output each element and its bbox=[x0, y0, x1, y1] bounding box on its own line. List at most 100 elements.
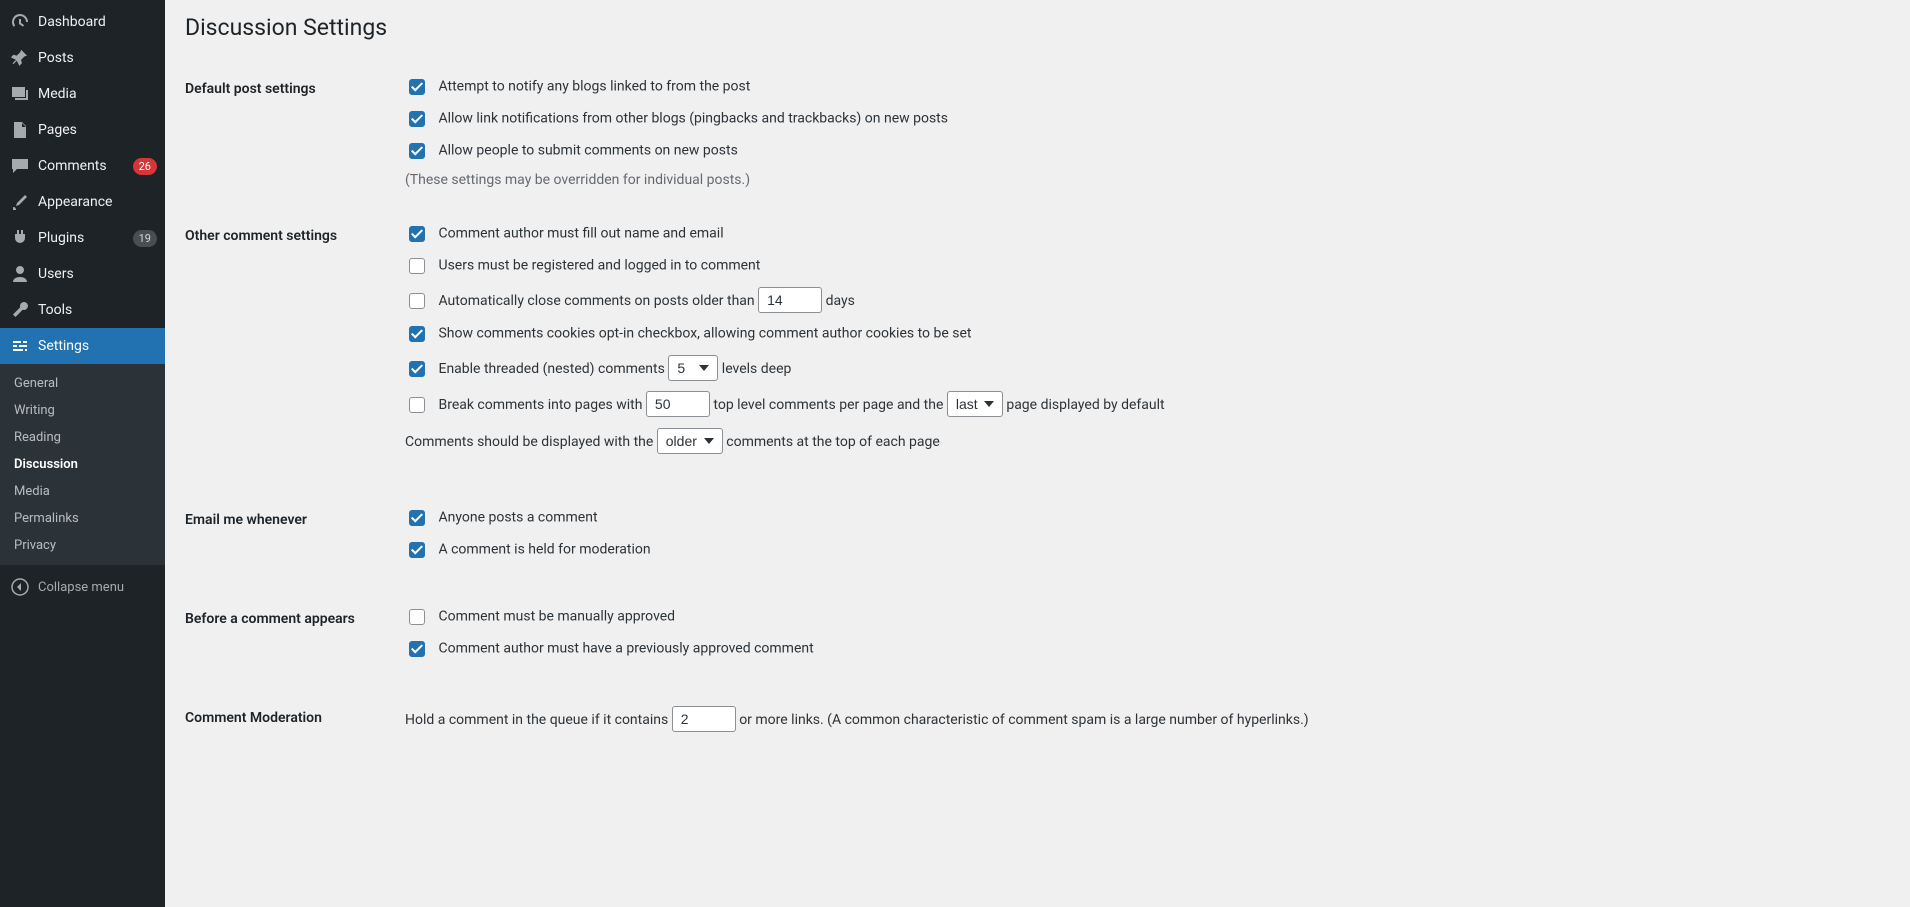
checkbox-email-held-moderation[interactable] bbox=[409, 542, 425, 558]
comment-icon bbox=[10, 156, 30, 176]
option-label-pre: Break comments into pages with bbox=[438, 397, 645, 413]
checkbox-registered-to-comment[interactable] bbox=[409, 258, 425, 274]
sidebar-item-label: Posts bbox=[38, 50, 157, 66]
option-label: Allow people to submit comments on new p… bbox=[438, 143, 737, 159]
option-label-post: days bbox=[826, 293, 855, 309]
option-break-pages[interactable]: Break comments into pages with top level… bbox=[405, 391, 1880, 417]
collapse-label: Collapse menu bbox=[38, 580, 124, 595]
input-close-days[interactable] bbox=[758, 287, 822, 313]
section-heading-other: Other comment settings bbox=[185, 208, 405, 492]
option-label: Attempt to notify any blogs linked to fr… bbox=[438, 79, 750, 95]
option-label-post: comments at the top of each page bbox=[726, 434, 940, 450]
brush-icon bbox=[10, 192, 30, 212]
comments-count-badge: 26 bbox=[133, 158, 157, 175]
option-label-pre: Hold a comment in the queue if it contai… bbox=[405, 712, 672, 728]
option-fill-name-email[interactable]: Comment author must fill out name and em… bbox=[405, 223, 1880, 245]
option-label-pre: Comments should be displayed with the bbox=[405, 434, 657, 450]
select-thread-depth[interactable]: 5 bbox=[668, 355, 718, 381]
option-threaded-comments[interactable]: Enable threaded (nested) comments 5 leve… bbox=[405, 355, 1880, 381]
checkbox-auto-close[interactable] bbox=[409, 293, 425, 309]
sidebar-item-label: Pages bbox=[38, 122, 157, 138]
checkbox-allow-pingbacks[interactable] bbox=[409, 111, 425, 127]
option-label: Comment must be manually approved bbox=[438, 609, 675, 625]
sidebar-item-tools[interactable]: Tools bbox=[0, 292, 165, 328]
sidebar-item-dashboard[interactable]: Dashboard bbox=[0, 4, 165, 40]
section-heading-before-appears: Before a comment appears bbox=[185, 591, 405, 690]
checkbox-cookies-opt-in[interactable] bbox=[409, 326, 425, 342]
admin-sidebar: Dashboard Posts Media Pages Comments 26 … bbox=[0, 0, 165, 907]
input-max-links[interactable] bbox=[672, 706, 736, 732]
sidebar-item-label: Users bbox=[38, 266, 157, 282]
option-cookies-opt-in[interactable]: Show comments cookies opt-in checkbox, a… bbox=[405, 323, 1880, 345]
settings-form: Default post settings Attempt to notify … bbox=[185, 61, 1890, 770]
option-allow-pingbacks[interactable]: Allow link notifications from other blog… bbox=[405, 108, 1880, 130]
option-prev-approved[interactable]: Comment author must have a previously ap… bbox=[405, 638, 1880, 660]
sidebar-item-users[interactable]: Users bbox=[0, 256, 165, 292]
sidebar-item-label: Media bbox=[38, 86, 157, 102]
option-label-post: levels deep bbox=[722, 361, 792, 377]
plugins-update-badge: 19 bbox=[133, 230, 157, 247]
input-comments-per-page[interactable] bbox=[646, 391, 710, 417]
option-allow-comments[interactable]: Allow people to submit comments on new p… bbox=[405, 140, 1880, 162]
sidebar-item-media[interactable]: Media bbox=[0, 76, 165, 112]
checkbox-prev-approved[interactable] bbox=[409, 641, 425, 657]
option-label: Allow link notifications from other blog… bbox=[438, 111, 948, 127]
sidebar-item-label: Dashboard bbox=[38, 14, 157, 30]
option-label-post: page displayed by default bbox=[1006, 397, 1164, 413]
option-label-post: or more links. (A common characteristic … bbox=[739, 712, 1308, 728]
checkbox-threaded-comments[interactable] bbox=[409, 361, 425, 377]
sidebar-item-label: Tools bbox=[38, 302, 157, 318]
checkbox-break-pages[interactable] bbox=[409, 397, 425, 413]
checkbox-notify-blogs[interactable] bbox=[409, 79, 425, 95]
collapse-menu-button[interactable]: Collapse menu bbox=[0, 569, 165, 605]
sidebar-item-posts[interactable]: Posts bbox=[0, 40, 165, 76]
plug-icon bbox=[10, 228, 30, 248]
checkbox-manual-approve[interactable] bbox=[409, 609, 425, 625]
option-label: Anyone posts a comment bbox=[438, 510, 597, 526]
sidebar-item-settings[interactable]: Settings bbox=[0, 328, 165, 364]
sliders-icon bbox=[10, 336, 30, 356]
option-hold-links: Hold a comment in the queue if it contai… bbox=[405, 705, 1880, 736]
option-label-pre: Enable threaded (nested) comments bbox=[438, 361, 668, 377]
select-comment-order[interactable]: older bbox=[657, 428, 723, 454]
collapse-icon bbox=[10, 577, 30, 597]
main-content: Discussion Settings Default post setting… bbox=[165, 0, 1910, 907]
option-label-mid: top level comments per page and the bbox=[713, 397, 946, 413]
option-email-anyone-posts[interactable]: Anyone posts a comment bbox=[405, 507, 1880, 529]
sidebar-item-comments[interactable]: Comments 26 bbox=[0, 148, 165, 184]
option-email-held-moderation[interactable]: A comment is held for moderation bbox=[405, 539, 1880, 561]
submenu-item-reading[interactable]: Reading bbox=[0, 424, 165, 451]
option-registered-to-comment[interactable]: Users must be registered and logged in t… bbox=[405, 255, 1880, 277]
submenu-item-writing[interactable]: Writing bbox=[0, 397, 165, 424]
pin-icon bbox=[10, 48, 30, 68]
sidebar-item-label: Plugins bbox=[38, 230, 125, 246]
page-icon bbox=[10, 120, 30, 140]
checkbox-fill-name-email[interactable] bbox=[409, 226, 425, 242]
submenu-item-discussion[interactable]: Discussion bbox=[0, 451, 165, 478]
user-icon bbox=[10, 264, 30, 284]
option-label: Show comments cookies opt-in checkbox, a… bbox=[438, 326, 971, 342]
sidebar-item-plugins[interactable]: Plugins 19 bbox=[0, 220, 165, 256]
option-label-pre: Automatically close comments on posts ol… bbox=[438, 293, 758, 309]
option-notify-blogs[interactable]: Attempt to notify any blogs linked to fr… bbox=[405, 76, 1880, 98]
option-label: Users must be registered and logged in t… bbox=[438, 258, 760, 274]
option-label: Comment author must fill out name and em… bbox=[438, 226, 723, 242]
option-label: A comment is held for moderation bbox=[438, 542, 650, 558]
default-post-note: (These settings may be overridden for in… bbox=[405, 172, 750, 188]
checkbox-allow-comments[interactable] bbox=[409, 143, 425, 159]
submenu-item-privacy[interactable]: Privacy bbox=[0, 532, 165, 559]
sidebar-item-label: Appearance bbox=[38, 194, 157, 210]
sidebar-item-label: Settings bbox=[38, 338, 157, 354]
submenu-item-media[interactable]: Media bbox=[0, 478, 165, 505]
select-default-page[interactable]: last bbox=[947, 391, 1003, 417]
submenu-item-general[interactable]: General bbox=[0, 370, 165, 397]
section-heading-default-post: Default post settings bbox=[185, 61, 405, 208]
sidebar-item-pages[interactable]: Pages bbox=[0, 112, 165, 148]
checkbox-email-anyone-posts[interactable] bbox=[409, 510, 425, 526]
sidebar-item-appearance[interactable]: Appearance bbox=[0, 184, 165, 220]
option-manual-approve[interactable]: Comment must be manually approved bbox=[405, 606, 1880, 628]
option-auto-close[interactable]: Automatically close comments on posts ol… bbox=[405, 287, 1880, 313]
option-comment-order: Comments should be displayed with the ol… bbox=[405, 427, 1880, 458]
option-label: Comment author must have a previously ap… bbox=[438, 641, 813, 657]
submenu-item-permalinks[interactable]: Permalinks bbox=[0, 505, 165, 532]
